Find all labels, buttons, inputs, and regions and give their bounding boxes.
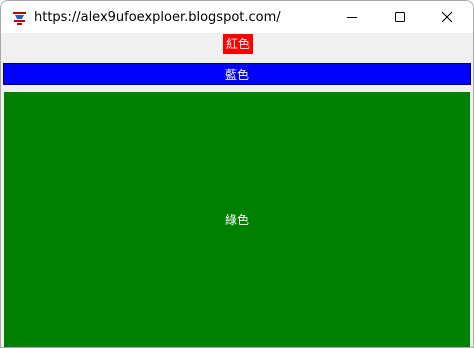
green-label-text: 綠色	[224, 213, 249, 227]
close-button[interactable]	[424, 1, 470, 33]
client-area: 紅色 藍色 綠色	[1, 33, 473, 347]
red-label: 紅色	[223, 34, 254, 54]
title-bar[interactable]: https://alex9ufoexploer.blogspot.com/	[1, 1, 473, 33]
maximize-button[interactable]	[377, 1, 423, 33]
close-icon	[441, 11, 453, 23]
blue-label: 藍色	[3, 63, 471, 85]
window-title: https://alex9ufoexploer.blogspot.com/	[34, 10, 281, 25]
minimize-button[interactable]	[329, 1, 375, 33]
app-window: https://alex9ufoexploer.blogspot.com/ 紅色…	[0, 0, 474, 348]
green-label: 綠色	[4, 92, 470, 347]
minimize-icon	[347, 17, 357, 18]
maximize-icon	[395, 12, 405, 22]
app-icon	[11, 9, 28, 26]
